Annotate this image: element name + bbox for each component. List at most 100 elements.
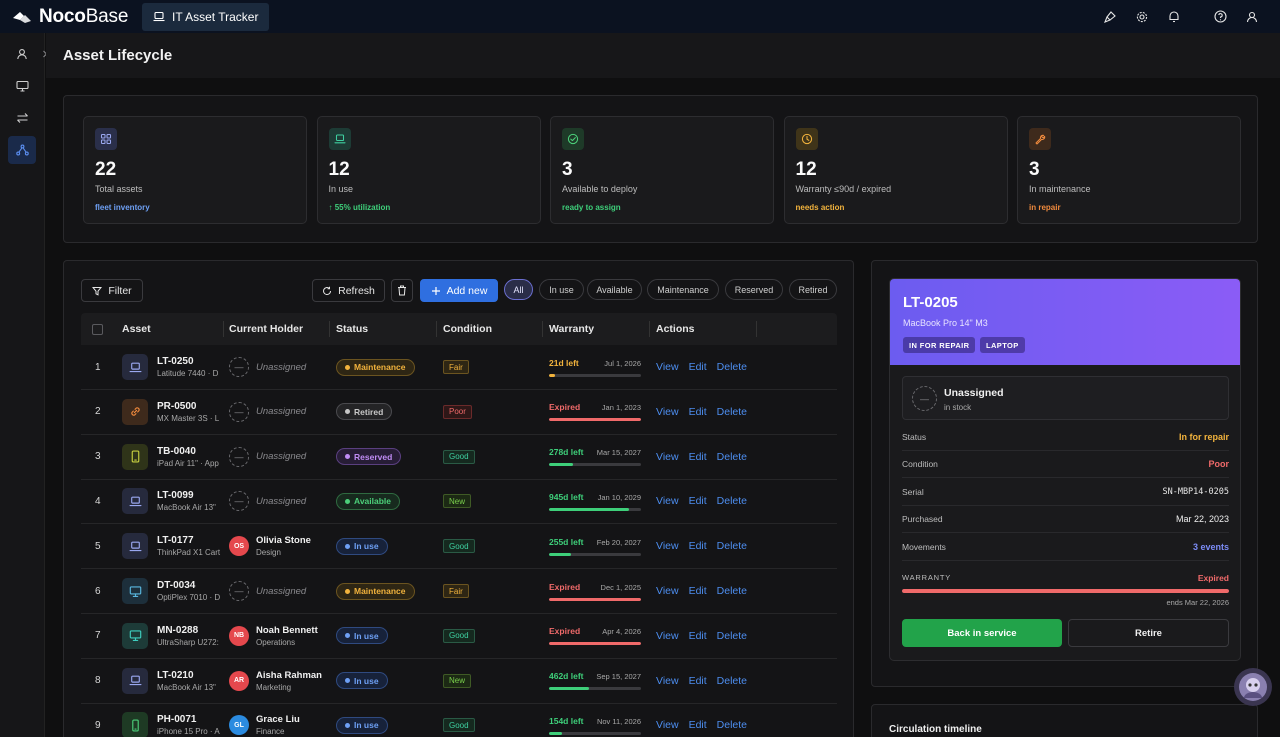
table-row[interactable]: 8 LT-0210 MacBook Air 13" AR Aisha Rahman Mar… — [81, 659, 837, 704]
laptop-icon — [122, 533, 148, 560]
table-row[interactable]: 7 MN-0288 UltraSharp U272: NB Noah Bennett Op… — [81, 614, 837, 659]
row-number: 1 — [95, 361, 101, 373]
nocobase-logo[interactable]: NocoBase — [0, 6, 142, 28]
column-header-current-holder[interactable]: Current Holder — [229, 313, 303, 345]
edit-link[interactable]: Edit — [689, 406, 707, 418]
filter-pill-all[interactable]: All — [504, 279, 533, 300]
brush-icon[interactable] — [1094, 0, 1126, 33]
detail-field-key: Movements — [902, 541, 946, 552]
condition-tag: Fair — [443, 584, 469, 598]
logo-text: NocoBase — [39, 5, 129, 27]
back-in-service-button[interactable]: Back in service — [902, 619, 1062, 647]
asset-code[interactable]: MN-0288 — [157, 625, 223, 636]
assistant-avatar-icon[interactable] — [1234, 668, 1272, 706]
edit-link[interactable]: Edit — [689, 630, 707, 642]
retire-button[interactable]: Retire — [1068, 619, 1229, 647]
gear-icon[interactable] — [1126, 0, 1158, 33]
filter-button[interactable]: Filter — [81, 279, 143, 302]
table-row[interactable]: 9 PH-0071 iPhone 15 Pro · A GL Grace Liu Fina… — [81, 703, 837, 737]
clock-icon — [795, 128, 818, 150]
view-link[interactable]: View — [656, 540, 679, 552]
delete-link[interactable]: Delete — [717, 630, 747, 642]
edit-link[interactable]: Edit — [689, 495, 707, 507]
delete-link[interactable]: Delete — [717, 719, 747, 731]
edit-link[interactable]: Edit — [689, 540, 707, 552]
asset-code[interactable]: PR-0500 — [157, 401, 223, 412]
edit-link[interactable]: Edit — [689, 675, 707, 687]
delete-link[interactable]: Delete — [717, 495, 747, 507]
asset-code[interactable]: TB-0040 — [157, 446, 223, 457]
asset-code[interactable]: PH-0071 — [157, 714, 223, 725]
warranty-end-date: Nov 11, 2026 — [596, 716, 641, 726]
detail-field-value[interactable]: 3 events — [1193, 542, 1229, 552]
column-header-status[interactable]: Status — [336, 313, 368, 345]
sidebar-item-devices[interactable] — [8, 72, 36, 100]
warranty-remaining: 21d left — [549, 357, 579, 368]
edit-link[interactable]: Edit — [689, 451, 707, 463]
delete-link[interactable]: Delete — [717, 451, 747, 463]
user-icon[interactable] — [1236, 0, 1268, 33]
holder-name: Grace Liu — [256, 714, 300, 726]
column-header-asset[interactable]: Asset — [122, 313, 151, 345]
sidebar-item-lifecycle[interactable] — [8, 136, 36, 164]
table-row[interactable]: 2 PR-0500 MX Master 3S · L — Unassigned Retir… — [81, 390, 837, 435]
table-row[interactable]: 4 LT-0099 MacBook Air 13" — Unassigned Availa… — [81, 479, 837, 525]
stat-label: In use — [328, 184, 354, 194]
select-all-checkbox[interactable] — [92, 313, 103, 345]
view-link[interactable]: View — [656, 630, 679, 642]
bell-icon[interactable] — [1158, 0, 1190, 33]
view-link[interactable]: View — [656, 361, 679, 373]
stat-card: 3 Available to deploy ready to assign — [550, 116, 774, 224]
asset-code[interactable]: LT-0250 — [157, 356, 223, 367]
help-icon[interactable] — [1204, 0, 1236, 33]
filter-pill-reserved[interactable]: Reserved — [725, 279, 783, 300]
view-link[interactable]: View — [656, 495, 679, 507]
table-row[interactable]: 1 LT-0250 Latitude 7440 · D — Unassigned Main… — [81, 345, 837, 390]
table-row[interactable]: 5 LT-0177 ThinkPad X1 Cart OS Olivia Stone De… — [81, 524, 837, 570]
column-header-condition[interactable]: Condition — [443, 313, 492, 345]
asset-code[interactable]: LT-0099 — [157, 490, 223, 501]
holder-name: Noah Bennett — [256, 624, 318, 636]
view-link[interactable]: View — [656, 675, 679, 687]
add-new-button[interactable]: Add new — [420, 279, 498, 302]
edit-link[interactable]: Edit — [689, 585, 707, 597]
stat-subtext: in repair — [1029, 203, 1061, 212]
table-row[interactable]: 6 DT-0034 OptiPlex 7010 · D — Unassigned Main… — [81, 569, 837, 614]
edit-link[interactable]: Edit — [689, 361, 707, 373]
sidebar-item-users[interactable] — [8, 40, 36, 68]
warranty-bar-fill — [549, 552, 572, 556]
status-dot — [345, 454, 350, 460]
edit-link[interactable]: Edit — [689, 719, 707, 731]
view-link[interactable]: View — [656, 406, 679, 418]
table-row[interactable]: 3 TB-0040 iPad Air 11" · App — Unassigned Res… — [81, 435, 837, 480]
unassigned-avatar-icon: — — [229, 401, 249, 422]
detail-field-purchased: Purchased Mar 22, 2023 — [902, 506, 1229, 534]
unassigned-label: Unassigned — [256, 585, 307, 597]
delete-link[interactable]: Delete — [717, 675, 747, 687]
asset-description: iPad Air 11" · App — [157, 458, 219, 468]
view-link[interactable]: View — [656, 719, 679, 731]
delete-link[interactable]: Delete — [717, 406, 747, 418]
asset-code[interactable]: LT-0177 — [157, 535, 223, 546]
warranty-bar-fill — [549, 597, 641, 601]
row-number: 8 — [95, 675, 101, 687]
filter-pill-available[interactable]: Available — [587, 279, 642, 300]
filter-pill-in-use[interactable]: In use — [539, 279, 584, 300]
view-link[interactable]: View — [656, 585, 679, 597]
asset-code[interactable]: LT-0210 — [157, 670, 223, 681]
status-dot — [345, 678, 350, 684]
column-header-warranty[interactable]: Warranty — [549, 313, 594, 345]
unassigned-avatar-icon: — — [229, 357, 249, 377]
sidebar-item-movements[interactable] — [8, 104, 36, 132]
app-tab-it-asset-tracker[interactable]: IT Asset Tracker — [142, 2, 270, 31]
asset-description: UltraSharp U272: — [157, 637, 219, 647]
filter-pill-retired[interactable]: Retired — [789, 279, 837, 300]
filter-pill-maintenance[interactable]: Maintenance — [647, 279, 719, 300]
delete-link[interactable]: Delete — [717, 585, 747, 597]
delete-selected-button[interactable] — [391, 279, 413, 302]
asset-code[interactable]: DT-0034 — [157, 580, 223, 591]
refresh-button[interactable]: Refresh — [312, 279, 385, 302]
view-link[interactable]: View — [656, 451, 679, 463]
delete-link[interactable]: Delete — [717, 540, 747, 552]
delete-link[interactable]: Delete — [717, 361, 747, 373]
